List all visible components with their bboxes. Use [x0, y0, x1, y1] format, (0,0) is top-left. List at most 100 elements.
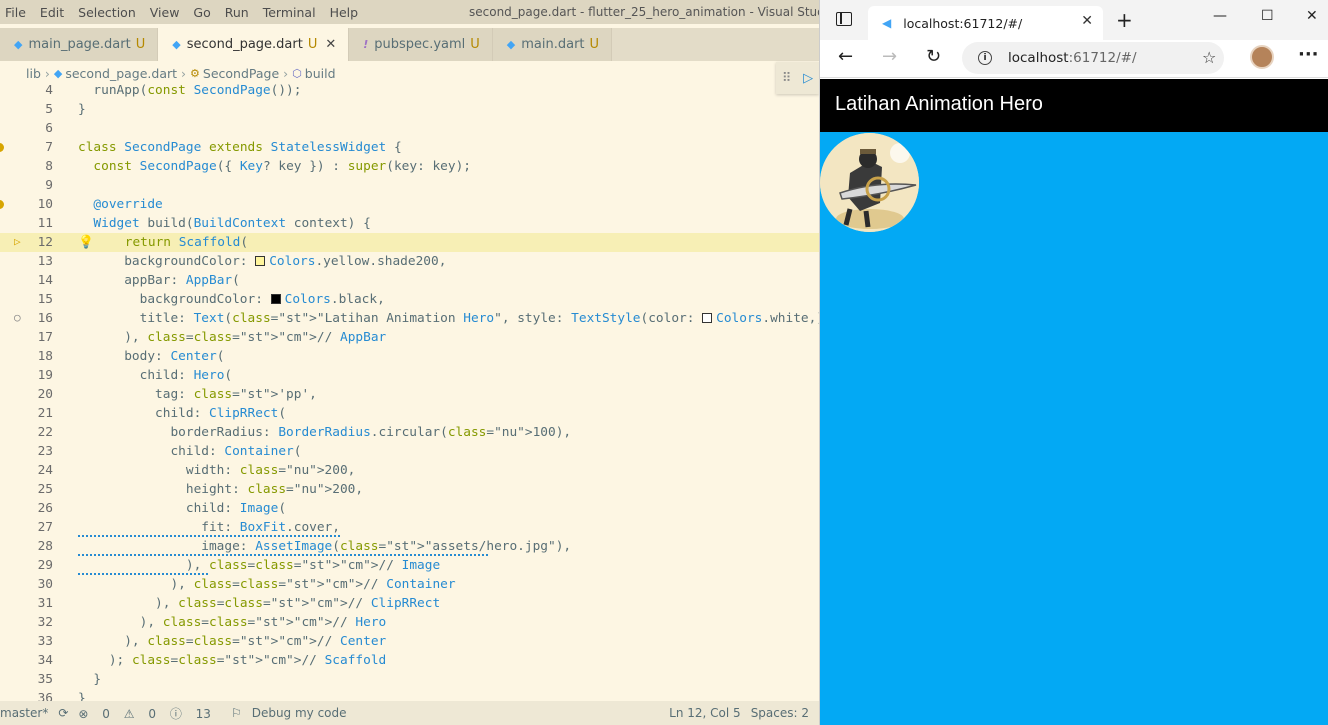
- code-line[interactable]: 19 child: Hero(: [0, 366, 819, 385]
- more-options-icon[interactable]: ···: [1298, 44, 1319, 65]
- error-count: 0: [102, 706, 110, 721]
- back-icon[interactable]: ←: [838, 46, 853, 67]
- warning-marker-icon: [0, 200, 4, 209]
- code-line[interactable]: 4 runApp(const SecondPage());: [0, 81, 819, 100]
- code-line[interactable]: 24 width: class="nu">200,: [0, 461, 819, 480]
- debug-config[interactable]: Debug my code: [252, 706, 347, 720]
- menu-terminal[interactable]: Terminal: [258, 5, 316, 20]
- sync-icon[interactable]: ⟳: [58, 706, 68, 720]
- breadcrumb-method[interactable]: build: [305, 66, 336, 81]
- color-swatch[interactable]: [270, 294, 281, 304]
- warning-marker-icon: [0, 143, 4, 152]
- menu-selection[interactable]: Selection: [73, 5, 136, 20]
- menu-edit[interactable]: Edit: [35, 5, 64, 20]
- code-text: ), class=class="st">"cm">// ClipRRect: [78, 596, 441, 611]
- breadcrumb-file[interactable]: second_page.dart: [65, 66, 177, 81]
- code-line[interactable]: 25 height: class="nu">200,: [0, 480, 819, 499]
- new-tab-icon[interactable]: +: [1116, 8, 1133, 32]
- close-window-icon[interactable]: ✕: [1306, 8, 1318, 24]
- profile-avatar[interactable]: [1250, 45, 1274, 69]
- line-number: 26: [37, 501, 53, 516]
- flutter-icon: ◀: [882, 16, 892, 30]
- url-host: localhost: [1008, 50, 1069, 66]
- code-line[interactable]: 6: [0, 119, 819, 138]
- code-line[interactable]: 31 ), class=class="st">"cm">// ClipRRect: [0, 594, 819, 613]
- tab-main-page[interactable]: ◆ main_page.dart U: [0, 28, 159, 61]
- code-line[interactable]: 26 child: Image(: [0, 499, 819, 518]
- breadcrumb-folder[interactable]: lib: [26, 66, 41, 81]
- code-text: borderRadius: BorderRadius.circular(clas…: [78, 425, 572, 440]
- line-number: 6: [45, 121, 53, 136]
- code-line[interactable]: 34 ); class=class="st">"cm">// Scaffold: [0, 651, 819, 670]
- color-swatch[interactable]: [255, 256, 266, 266]
- line-number: 24: [37, 463, 53, 478]
- line-number: 33: [37, 634, 53, 649]
- cursor-position[interactable]: Ln 12, Col 5: [669, 706, 741, 720]
- line-number: 9: [45, 178, 53, 193]
- tab-main[interactable]: ◆ main.dart U: [492, 28, 613, 61]
- favorites-icon[interactable]: ☆: [1202, 48, 1216, 67]
- indentation[interactable]: Spaces: 2: [751, 706, 809, 720]
- code-line[interactable]: 9: [0, 176, 819, 195]
- window-title: second_page.dart - flutter_25_hero_anima…: [469, 5, 819, 19]
- code-text: const SecondPage({ Key? key }) : super(k…: [93, 159, 471, 174]
- code-line[interactable]: 30 ), class=class="st">"cm">// Container: [0, 575, 819, 594]
- code-line[interactable]: 7 class SecondPage extends StatelessWidge…: [0, 138, 819, 157]
- dart-icon: ◆: [172, 38, 181, 51]
- code-line[interactable]: 5}: [0, 100, 819, 119]
- line-number: 8: [45, 159, 53, 174]
- forward-icon[interactable]: →: [882, 46, 897, 67]
- line-number: 21: [37, 406, 53, 421]
- tab-second-page[interactable]: ◆ second_page.dart U ✕: [158, 28, 350, 61]
- menu-file[interactable]: File: [0, 5, 26, 20]
- address-bar-row: ← → ↻ i localhost:61712/#/ ☆ ···: [820, 40, 1328, 78]
- color-swatch[interactable]: [702, 313, 713, 323]
- code-line[interactable]: 10 @override: [0, 195, 819, 214]
- menu-run[interactable]: Run: [220, 5, 249, 20]
- url-field[interactable]: i localhost:61712/#/: [962, 42, 1224, 74]
- lint-underline: [78, 534, 340, 537]
- browser-tab[interactable]: ◀ localhost:61712/#/ ✕: [868, 6, 1103, 40]
- code-line[interactable]: 20 tag: class="st">'pp',: [0, 385, 819, 404]
- status-bar: master* ⟳ ⊗ 0 ⚠ 0 ⓘ 13 ⚐ Debug my code L…: [0, 701, 819, 725]
- lightbulb-icon[interactable]: 💡: [78, 235, 94, 250]
- code-line[interactable]: 16 ○ title: Text(class="st">"Latihan Anim…: [0, 309, 819, 328]
- menu-view[interactable]: View: [145, 5, 180, 20]
- breadcrumb-class[interactable]: SecondPage: [203, 66, 279, 81]
- tab-pubspec[interactable]: ! pubspec.yaml U: [349, 28, 493, 61]
- close-icon[interactable]: ✕: [325, 37, 336, 52]
- problems-indicator[interactable]: ⊗ 0 ⚠ 0 ⓘ 13: [78, 705, 221, 722]
- code-line[interactable]: 33 ), class=class="st">"cm">// Center: [0, 632, 819, 651]
- code-line[interactable]: 13 backgroundColor: Colors.yellow.shade2…: [0, 252, 819, 271]
- menu-go[interactable]: Go: [188, 5, 210, 20]
- refresh-icon[interactable]: ↻: [926, 46, 941, 67]
- code-text: title: Text(class="st">"Latihan Animatio…: [78, 311, 819, 326]
- untracked-badge: U: [307, 37, 318, 52]
- tab-label: pubspec.yaml: [374, 37, 466, 52]
- menu-help[interactable]: Help: [325, 5, 359, 20]
- maximize-icon[interactable]: ☐: [1261, 8, 1274, 24]
- code-line[interactable]: 35 }: [0, 670, 819, 689]
- code-line[interactable]: 11 Widget build(BuildContext context) {: [0, 214, 819, 233]
- hero-image[interactable]: [820, 133, 919, 232]
- close-tab-icon[interactable]: ✕: [1081, 13, 1093, 29]
- breakpoint-hint-icon[interactable]: ○: [14, 312, 21, 324]
- code-line[interactable]: 15 backgroundColor: Colors.black,: [0, 290, 819, 309]
- code-line[interactable]: 32 ), class=class="st">"cm">// Hero: [0, 613, 819, 632]
- line-number: 34: [37, 653, 53, 668]
- code-line[interactable]: 21 child: ClipRRect(: [0, 404, 819, 423]
- code-line[interactable]: 23 child: Container(: [0, 442, 819, 461]
- minimize-icon[interactable]: —: [1213, 8, 1227, 24]
- debug-arrow-icon[interactable]: ▷: [14, 236, 21, 248]
- site-info-icon[interactable]: i: [978, 51, 992, 65]
- git-branch[interactable]: master*: [0, 706, 48, 720]
- code-editor[interactable]: 4 runApp(const SecondPage()); 5} 6 7 class S…: [0, 81, 819, 706]
- code-line[interactable]: 12 ▷ 💡 return Scaffold(: [0, 233, 819, 252]
- code-line[interactable]: 22 borderRadius: BorderRadius.circular(c…: [0, 423, 819, 442]
- code-text: runApp(const SecondPage());: [78, 83, 302, 98]
- tab-actions-icon[interactable]: [836, 12, 852, 26]
- code-line[interactable]: 8 const SecondPage({ Key? key }) : super…: [0, 157, 819, 176]
- code-line[interactable]: 18 body: Center(: [0, 347, 819, 366]
- code-line[interactable]: 17 ), class=class="st">"cm">// AppBar: [0, 328, 819, 347]
- code-line[interactable]: 14 appBar: AppBar(: [0, 271, 819, 290]
